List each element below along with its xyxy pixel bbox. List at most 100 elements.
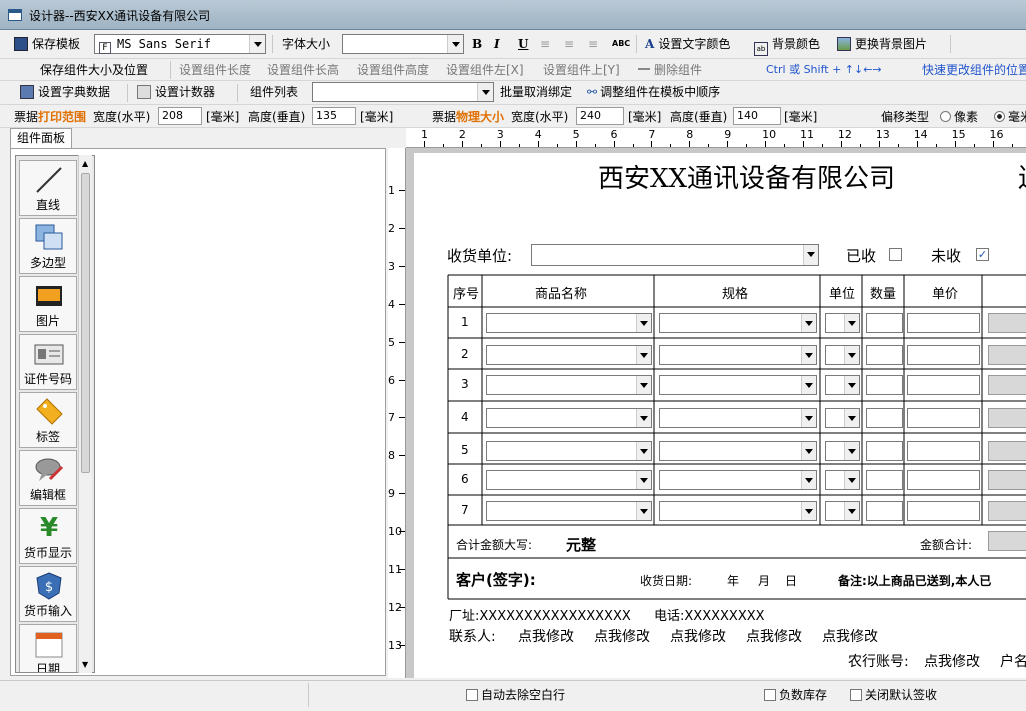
total-upper-label[interactable]: 合计金额大写:: [456, 536, 532, 553]
auto-remove-blank-checkbox[interactable]: 自动去除空白行: [466, 686, 565, 703]
bank-account-label[interactable]: 农行账号:: [848, 651, 909, 671]
row-input[interactable]: [866, 470, 903, 490]
component-list-select[interactable]: [312, 82, 494, 102]
header-unit-price[interactable]: 单价: [932, 283, 958, 302]
day-label[interactable]: 日: [785, 572, 797, 589]
align-right-icon[interactable]: ≡: [588, 34, 598, 54]
header-quantity[interactable]: 数量: [870, 283, 896, 302]
scroll-thumb[interactable]: [81, 173, 90, 473]
counter-button[interactable]: 设置计数器: [137, 82, 215, 102]
font-size-select[interactable]: [342, 34, 464, 54]
row-select[interactable]: [825, 375, 860, 395]
total-amount-label[interactable]: 金额合计:: [920, 536, 972, 553]
row-select[interactable]: [825, 501, 860, 521]
offset-mm-radio[interactable]: 毫米: [994, 107, 1026, 127]
change-bg-image-button[interactable]: 更换背景图片: [837, 34, 927, 54]
row-select[interactable]: [825, 441, 860, 461]
row-select[interactable]: [825, 408, 860, 428]
remark-text[interactable]: 备注:以上商品已送到,本人已: [838, 572, 991, 589]
row-select[interactable]: [659, 375, 817, 395]
set-height-button[interactable]: 设置组件高度: [357, 60, 429, 80]
font-name-select[interactable]: F MS Sans Serif: [94, 34, 266, 54]
row-select[interactable]: [486, 313, 652, 333]
underline-button[interactable]: U: [518, 34, 528, 54]
row-select[interactable]: [486, 375, 652, 395]
set-left-button[interactable]: 设置组件左[X]: [446, 60, 524, 80]
received-label[interactable]: 已收: [846, 245, 876, 266]
row-input[interactable]: [907, 501, 980, 521]
offset-pixel-radio[interactable]: 像素: [940, 107, 978, 127]
row-select[interactable]: [659, 313, 817, 333]
abc-button[interactable]: ABC: [612, 34, 630, 54]
not-received-checkbox[interactable]: ✓: [976, 248, 989, 261]
row-amount-field[interactable]: [988, 441, 1026, 461]
delete-component-button[interactable]: 删除组件: [638, 60, 702, 80]
component-line[interactable]: 直线: [19, 160, 77, 216]
row-number[interactable]: 6: [461, 472, 469, 486]
row-number[interactable]: 4: [461, 410, 469, 424]
row-input[interactable]: [907, 375, 980, 395]
header-spec[interactable]: 规格: [722, 283, 748, 302]
row-amount-field[interactable]: [988, 375, 1026, 395]
row-select[interactable]: [486, 470, 652, 490]
save-size-pos-button[interactable]: 保存组件大小及位置: [40, 60, 148, 80]
row-number[interactable]: 1: [461, 315, 469, 329]
component-id-number[interactable]: 证件号码: [19, 334, 77, 390]
company-title[interactable]: 西安XX通讯设备有限公司: [598, 158, 895, 195]
month-label[interactable]: 月: [758, 572, 770, 589]
row-amount-field[interactable]: [988, 313, 1026, 333]
bank-account-value[interactable]: 点我修改: [924, 651, 980, 671]
contact-edit-5[interactable]: 点我修改: [822, 626, 878, 646]
component-edit-box[interactable]: 编辑框: [19, 450, 77, 506]
row-number[interactable]: 5: [461, 443, 469, 457]
phone-number[interactable]: 电话:XXXXXXXXX: [654, 605, 765, 624]
receiver-label[interactable]: 收货单位:: [447, 245, 512, 266]
scroll-up-icon[interactable]: ▲: [82, 159, 88, 168]
row-input[interactable]: [907, 345, 980, 365]
bold-button[interactable]: B: [472, 34, 482, 54]
row-select[interactable]: [486, 408, 652, 428]
physical-width-input[interactable]: 240: [576, 107, 624, 125]
italic-button[interactable]: I: [494, 34, 500, 54]
row-select[interactable]: [825, 345, 860, 365]
row-input[interactable]: [866, 375, 903, 395]
print-height-input[interactable]: 135: [312, 107, 356, 125]
title-tail[interactable]: 送: [1018, 158, 1026, 195]
dict-data-button[interactable]: 设置字典数据: [20, 82, 110, 102]
row-input[interactable]: [866, 408, 903, 428]
component-label[interactable]: 标签: [19, 392, 77, 448]
row-input[interactable]: [907, 470, 980, 490]
row-amount-field[interactable]: [988, 408, 1026, 428]
set-top-button[interactable]: 设置组件上[Y]: [543, 60, 620, 80]
account-name-label[interactable]: 户名: [1000, 651, 1026, 671]
row-number[interactable]: 7: [461, 503, 469, 517]
customer-sign-label[interactable]: 客户(签字):: [456, 569, 536, 590]
text-color-button[interactable]: A 设置文字颜色: [645, 34, 730, 54]
set-length-button[interactable]: 设置组件长度: [179, 60, 251, 80]
received-checkbox[interactable]: [889, 248, 902, 261]
total-amount-field[interactable]: [988, 531, 1026, 551]
row-input[interactable]: [866, 501, 903, 521]
row-select[interactable]: [659, 345, 817, 365]
row-input[interactable]: [866, 441, 903, 461]
row-select[interactable]: [825, 470, 860, 490]
row-select[interactable]: [659, 470, 817, 490]
receiver-select[interactable]: [531, 244, 819, 266]
contact-label[interactable]: 联系人:: [449, 626, 496, 646]
row-select[interactable]: [486, 501, 652, 521]
row-select[interactable]: [659, 408, 817, 428]
row-number[interactable]: 2: [461, 347, 469, 361]
contact-edit-4[interactable]: 点我修改: [746, 626, 802, 646]
negative-stock-checkbox[interactable]: 负数库存: [764, 686, 827, 703]
factory-address[interactable]: 厂址:XXXXXXXXXXXXXXXXX: [449, 605, 631, 624]
header-unit[interactable]: 单位: [829, 283, 855, 302]
not-received-label[interactable]: 未收: [931, 245, 961, 266]
align-left-icon[interactable]: ≡: [540, 34, 550, 54]
contact-edit-3[interactable]: 点我修改: [670, 626, 726, 646]
component-polygon[interactable]: 多边型: [19, 218, 77, 274]
bg-color-button[interactable]: ab 背景颜色: [754, 34, 820, 56]
tab-component-panel[interactable]: 组件面板: [10, 128, 72, 148]
row-input[interactable]: [907, 441, 980, 461]
component-image[interactable]: 图片: [19, 276, 77, 332]
row-amount-field[interactable]: [988, 470, 1026, 490]
